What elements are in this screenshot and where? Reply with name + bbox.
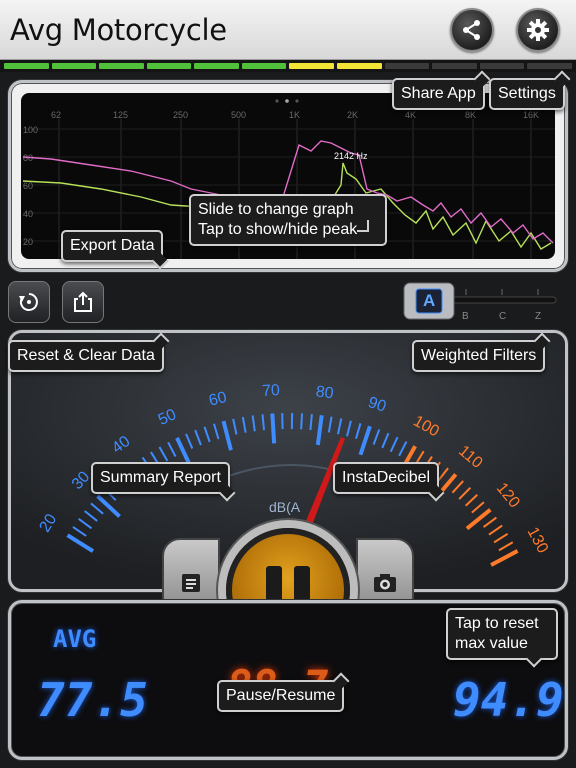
- export-icon: [74, 291, 92, 312]
- callout-weighted-filters: Weighted Filters: [412, 340, 546, 372]
- freq-tick-label: 500: [231, 110, 246, 120]
- gauge-tick-label: 80: [315, 383, 335, 402]
- app-title: Avg Motorcycle: [10, 13, 227, 47]
- avg-label: AVG: [53, 625, 97, 653]
- level-segment: [479, 63, 525, 69]
- db-tick-label: 60: [23, 181, 33, 191]
- filter-option-c[interactable]: C: [499, 311, 506, 322]
- freq-tick-label: 16K: [523, 110, 539, 120]
- db-tick-label: 100: [23, 125, 38, 135]
- filter-option-z[interactable]: Z: [535, 311, 541, 322]
- reset-button[interactable]: [8, 281, 50, 323]
- level-segment: [432, 63, 477, 69]
- camera-icon: [374, 574, 396, 592]
- db-tick-label: 40: [23, 209, 33, 219]
- report-icon: [182, 574, 200, 592]
- callout-share-app: Share App: [392, 78, 485, 110]
- freq-tick-label: 2K: [347, 110, 358, 120]
- level-meter: [0, 60, 576, 72]
- share-button[interactable]: [450, 8, 494, 52]
- settings-button[interactable]: [516, 8, 560, 52]
- level-segment: [289, 63, 335, 69]
- level-segment: [337, 63, 382, 69]
- reset-icon: [19, 293, 38, 311]
- freq-tick-label: 250: [173, 110, 188, 120]
- callout-tap-reset: Tap to reset max value: [446, 608, 558, 660]
- app-header: Avg Motorcycle: [0, 0, 576, 60]
- callout-slide-graph: Slide to change graph Tap to show/hide p…: [189, 194, 387, 246]
- callout-reset-clear: Reset & Clear Data: [8, 340, 164, 372]
- callout-summary-report: Summary Report: [91, 462, 230, 494]
- level-segment: [384, 63, 430, 69]
- peak-label: 2142 Hz: [334, 151, 368, 161]
- gauge-major-tick: [270, 413, 277, 444]
- level-segment: [241, 63, 287, 69]
- db-tick-label: 20: [23, 237, 33, 247]
- level-segment: [146, 63, 192, 69]
- export-button[interactable]: [62, 281, 104, 323]
- level-segment: [51, 63, 97, 69]
- freq-tick-label: 62: [51, 110, 61, 120]
- callout-export-data: Export Data: [61, 230, 164, 262]
- gauge-unit-label: dB(A: [269, 499, 301, 515]
- max-value[interactable]: 94.9: [453, 673, 564, 727]
- callout-pause-resume: Pause/Resume: [217, 680, 345, 712]
- weighting-filter-slider[interactable]: A B C Z: [402, 281, 568, 325]
- freq-tick-label: 4K: [405, 110, 416, 120]
- freq-tick-label: 125: [113, 110, 128, 120]
- gear-icon: [527, 19, 549, 41]
- filter-selected-label: A: [423, 291, 436, 310]
- level-segment: [4, 63, 49, 69]
- level-segment: [194, 63, 239, 69]
- share-icon: [463, 20, 480, 40]
- callout-instadecibel: InstaDecibel: [333, 462, 440, 494]
- gauge-tick-label: 70: [262, 382, 281, 400]
- freq-tick-label: 1K: [289, 110, 300, 120]
- avg-value: 77.5: [37, 673, 148, 727]
- level-segment: [527, 63, 572, 69]
- level-segment: [99, 63, 144, 69]
- filter-option-b[interactable]: B: [462, 311, 469, 322]
- freq-tick-label: 8K: [465, 110, 476, 120]
- callout-settings: Settings: [489, 78, 565, 110]
